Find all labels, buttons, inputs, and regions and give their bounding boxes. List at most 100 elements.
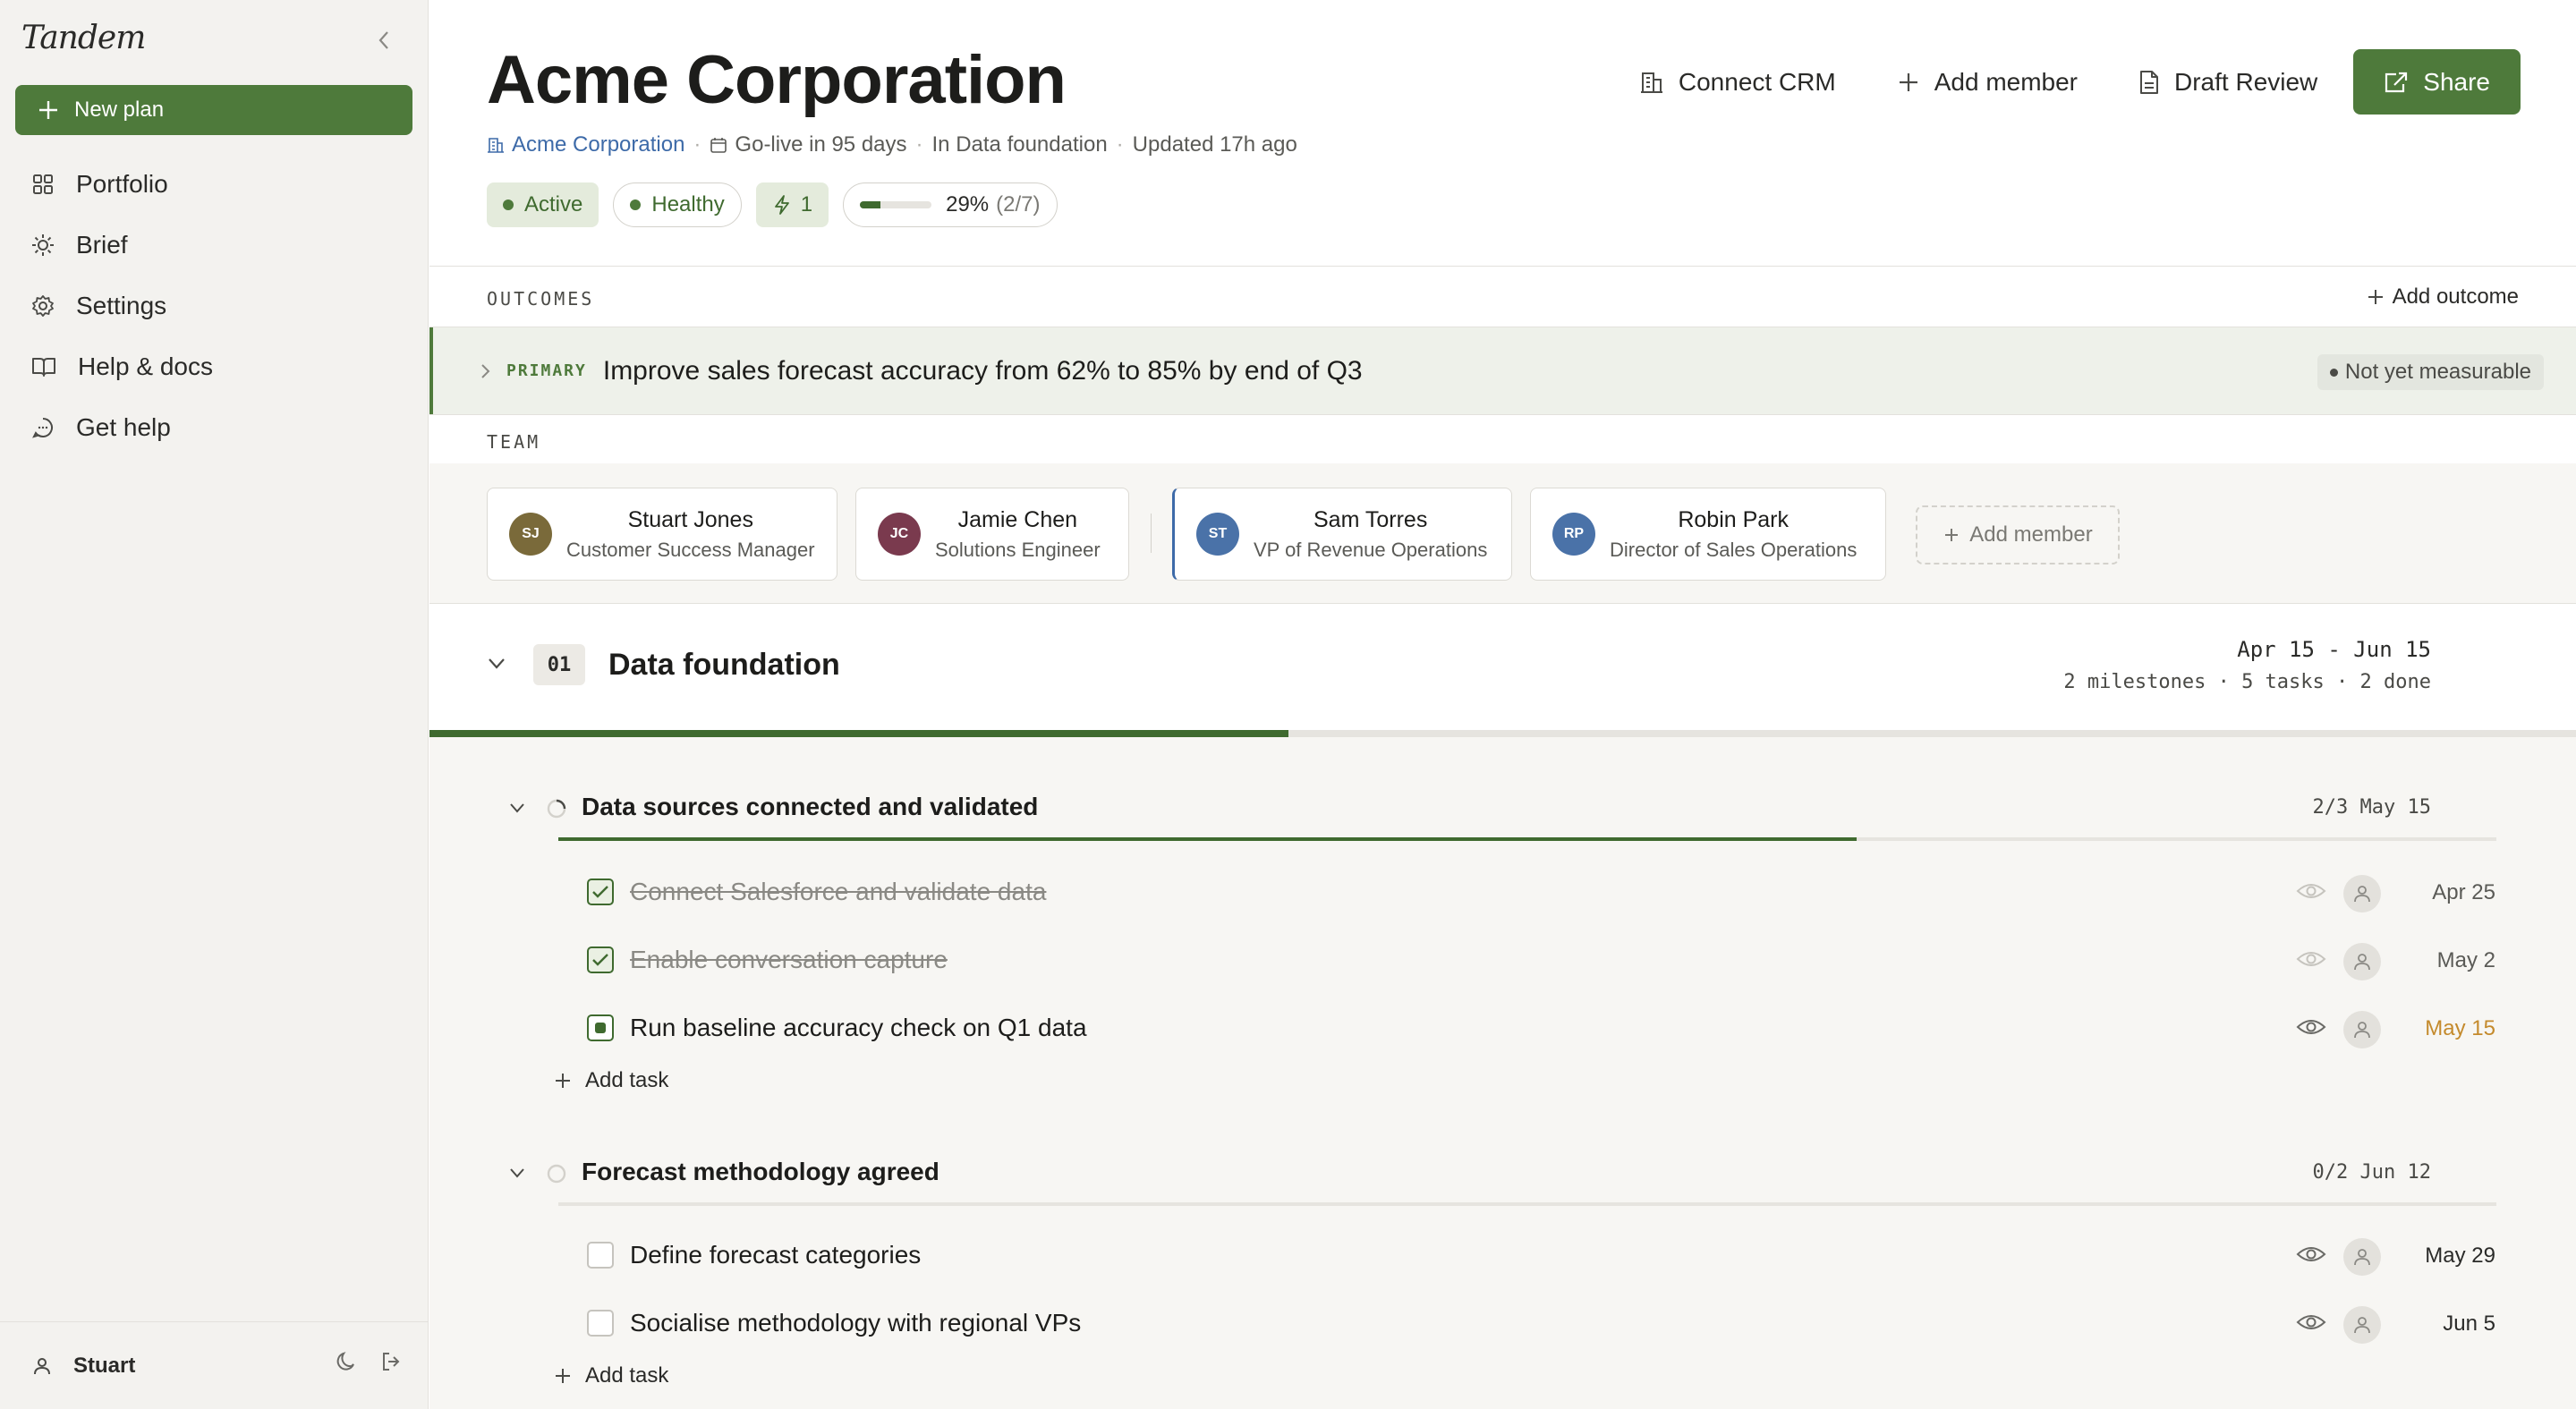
add-member-button[interactable]: Add member [1897,68,2078,97]
outcomes-label: OUTCOMES [487,288,595,310]
share-button[interactable]: Share [2353,49,2521,115]
member-name: Robin Park [1678,506,1789,532]
task-row[interactable]: Run baseline accuracy check on Q1 data M… [429,1000,2576,1054]
eye-icon[interactable] [2296,1243,2326,1265]
user-name[interactable]: Stuart [73,1354,135,1379]
connect-crm-button[interactable]: Connect CRM [1639,68,1836,97]
member-role: Solutions Engineer [935,538,1101,561]
task-row[interactable]: Socialise methodology with regional VPs … [429,1295,2576,1349]
eye-icon[interactable] [2296,948,2326,970]
task-name: Define forecast categories [630,1241,922,1269]
plus-icon [2368,290,2383,304]
status-badge[interactable]: Active [487,182,599,227]
task-name: Socialise methodology with regional VPs [630,1309,1082,1337]
team-list: SJ Stuart Jones Customer Success Manager… [429,463,2576,603]
member-role: VP of Revenue Operations [1254,538,1488,561]
phase-header[interactable]: 01 Data foundation Apr 15 - Jun 15 2 mil… [429,605,2576,732]
task-checkbox[interactable] [587,946,614,973]
assignee-avatar[interactable] [2343,875,2381,912]
in-progress-ring-icon [547,799,566,819]
assignee-avatar[interactable] [2343,1238,2381,1276]
milestone-header[interactable]: Forecast methodology agreed 0/2 Jun 12 [429,1149,2576,1195]
team-member-card[interactable]: RP Robin Park Director of Sales Operatio… [1530,488,1886,581]
go-live-text: Go-live in 95 days [735,132,907,157]
chevron-down-icon [489,658,505,669]
divider [429,603,2576,604]
eye-icon[interactable] [2296,1016,2326,1038]
task-checkbox[interactable] [587,1242,614,1269]
add-team-member-label: Add member [1969,522,2093,547]
chat-icon [32,418,53,438]
status-badges: Active Healthy 1 29% (2/7) [487,182,1072,227]
add-team-member-button[interactable]: Add member [1916,505,2120,564]
task-checkbox[interactable] [587,879,614,905]
sidebar-item-settings[interactable]: Settings [15,276,412,336]
milestone: Forecast methodology agreed 0/2 Jun 12 D… [429,1149,2576,1409]
share-label: Share [2423,67,2490,96]
sidebar-item-get-help[interactable]: Get help [15,397,412,458]
add-task-label: Add task [585,1068,669,1092]
task-row[interactable]: Define forecast categories May 29 [429,1227,2576,1281]
sidebar: Tandem New plan Portfolio Brief Settings… [0,0,429,1409]
page-title: Acme Corporation [487,42,1067,118]
meta-separator: · [1116,132,1124,157]
sidebar-item-label: Portfolio [76,170,168,198]
new-plan-button[interactable]: New plan [15,85,412,135]
team-label: TEAM [487,431,541,453]
header-actions: Connect CRM Add member Draft Review Shar… [1578,49,2521,115]
alerts-count: 1 [800,192,813,216]
progress-badge[interactable]: 29% (2/7) [843,182,1058,227]
task-date: Jun 5 [2443,1311,2495,1336]
sidebar-item-label: Settings [76,292,167,319]
team-member-card[interactable]: ST Sam Torres VP of Revenue Operations [1172,488,1512,581]
draft-review-button[interactable]: Draft Review [2138,68,2317,97]
measurable-dot [2329,368,2338,377]
company-link[interactable]: Acme Corporation [512,132,684,157]
team-member-card[interactable]: JC Jamie Chen Solutions Engineer [855,488,1129,581]
add-task-button[interactable]: Add task [553,1363,668,1388]
task-checkbox[interactable] [587,1014,614,1041]
task-name: Enable conversation capture [630,946,948,973]
sidebar-item-help-docs[interactable]: Help & docs [15,336,412,397]
building-icon [1640,72,1662,93]
user-icon [2354,954,2370,971]
primary-outcome[interactable]: PRIMARY Improve sales forecast accuracy … [429,327,2576,414]
task-checkbox[interactable] [587,1310,614,1337]
moon-icon[interactable] [336,1351,357,1372]
phase-dates: Apr 15 - Jun 15 [2237,637,2431,662]
milestone-progress-fill [558,837,1858,841]
milestone-header[interactable]: Data sources connected and validated 2/3… [429,784,2576,830]
eye-icon[interactable] [2296,880,2326,902]
phase-status-text: In Data foundation [931,132,1108,157]
team-member-card[interactable]: SJ Stuart Jones Customer Success Manager [487,488,837,581]
health-badge[interactable]: Healthy [613,182,742,227]
milestone-progress-bar [558,1202,2496,1206]
assignee-avatar[interactable] [2343,1011,2381,1048]
collapse-sidebar-button[interactable] [369,25,399,55]
eye-icon[interactable] [2296,1311,2326,1333]
member-name: Jamie Chen [957,506,1078,532]
phase-progress-fill [429,730,1288,737]
chevron-down-icon [510,803,524,813]
progress-count: (2/7) [996,192,1041,216]
divider [429,266,2576,267]
task-row[interactable]: Enable conversation capture May 2 [429,932,2576,986]
task-row[interactable]: Connect Salesforce and validate data Apr… [429,864,2576,918]
check-icon [592,954,608,966]
avatar: JC [878,513,921,556]
alerts-badge[interactable]: 1 [755,182,829,227]
sidebar-item-brief[interactable]: Brief [15,215,412,276]
user-icon [2354,1022,2370,1039]
member-role: Customer Success Manager [566,538,815,561]
plan-meta: Acme Corporation · Go-live in 95 days · … [487,132,1297,157]
add-outcome-button[interactable]: Add outcome [2366,284,2519,310]
meta-separator: · [915,132,923,157]
task-name: Run baseline accuracy check on Q1 data [630,1014,1087,1041]
add-task-button[interactable]: Add task [553,1068,668,1093]
assignee-avatar[interactable] [2343,943,2381,980]
meta-separator: · [693,132,701,157]
assignee-avatar[interactable] [2343,1306,2381,1344]
draft-review-label: Draft Review [2174,67,2318,96]
logout-icon[interactable] [380,1351,402,1372]
sidebar-item-portfolio[interactable]: Portfolio [15,154,412,215]
